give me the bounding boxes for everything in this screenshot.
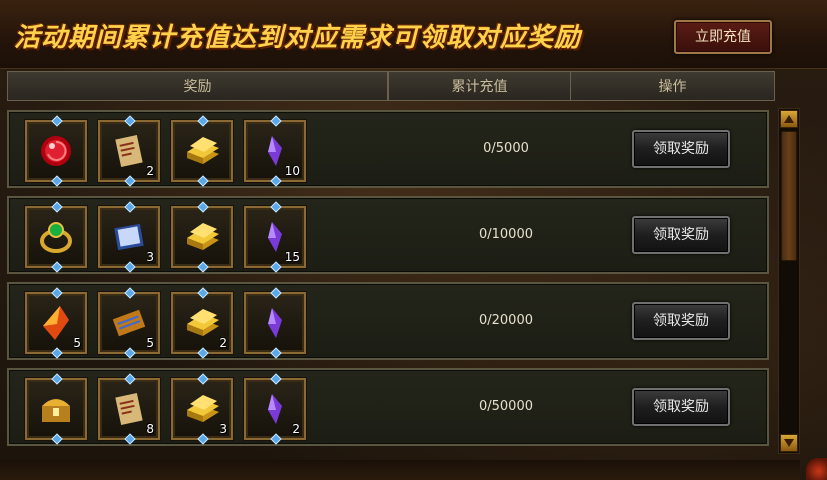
reward-item-slot[interactable]: 3 [171, 378, 233, 440]
corner-ornament [806, 458, 827, 480]
top-banner: 活动期间累计充值达到对应需求可领取对应奖励 立即充值 [0, 0, 827, 69]
item-count: 2 [219, 336, 227, 350]
claim-reward-button[interactable]: 领取奖励 [632, 388, 730, 426]
reward-item-slot[interactable]: 2 [171, 292, 233, 354]
item-count: 3 [146, 250, 154, 264]
reward-item-slot[interactable] [25, 206, 87, 268]
reward-item-slot[interactable]: 3 [98, 206, 160, 268]
item-count: 2 [146, 164, 154, 178]
item-count: 2 [292, 422, 300, 436]
claim-reward-button[interactable]: 领取奖励 [632, 130, 730, 168]
table-header: 奖励 累计充值 操作 [7, 71, 775, 101]
purple-crystal-icon [268, 308, 282, 338]
recharge-progress: 0/10000 [478, 227, 533, 242]
reward-item-slot[interactable] [244, 292, 306, 354]
topup-now-button[interactable]: 立即充值 [674, 20, 772, 54]
event-title: 活动期间累计充值达到对应需求可领取对应奖励 [14, 23, 582, 53]
column-header-total-recharge: 累计充值 [388, 71, 571, 101]
reward-item-slot[interactable]: 8 [98, 378, 160, 440]
emerald-ring-icon [40, 222, 72, 253]
reward-row-2: 3 15 0/10000 领取奖励 [7, 196, 769, 274]
red-orb-icon [41, 136, 71, 166]
reward-list: 2 10 0/5000 领取奖励 3 15 0/10000 领取奖励 5 5 2… [7, 104, 773, 454]
reward-item-slot[interactable]: 5 [25, 292, 87, 354]
item-count: 3 [219, 422, 227, 436]
bottom-border [0, 460, 800, 480]
scroll-down-arrow-icon[interactable] [780, 434, 798, 452]
vertical-scrollbar[interactable] [778, 108, 800, 454]
reward-item-slot[interactable] [25, 120, 87, 182]
reward-item-slot[interactable]: 15 [244, 206, 306, 268]
item-count: 5 [73, 336, 81, 350]
reward-item-slot[interactable]: 10 [244, 120, 306, 182]
reward-item-slot[interactable] [25, 378, 87, 440]
recharge-progress: 0/20000 [478, 313, 533, 328]
reward-item-slot[interactable]: 2 [98, 120, 160, 182]
scroll-thumb[interactable] [781, 131, 797, 261]
item-count: 15 [284, 250, 300, 264]
treasure-chest-icon [42, 399, 70, 422]
claim-reward-button[interactable]: 领取奖励 [632, 216, 730, 254]
gold-bar-icon [187, 223, 219, 250]
reward-row-4: 8 3 2 0/50000 领取奖励 [7, 368, 769, 446]
recharge-progress: 0/5000 [483, 141, 529, 156]
claim-reward-button[interactable]: 领取奖励 [632, 302, 730, 340]
reward-row-1: 2 10 0/5000 领取奖励 [7, 110, 769, 188]
reward-item-slot[interactable] [171, 206, 233, 268]
reward-row-3: 5 5 2 0/20000 领取奖励 [7, 282, 769, 360]
item-count: 10 [284, 164, 300, 178]
item-count: 5 [146, 336, 154, 350]
reward-item-slot[interactable]: 2 [244, 378, 306, 440]
column-header-reward: 奖励 [7, 71, 388, 101]
scroll-up-arrow-icon[interactable] [780, 110, 798, 128]
item-count: 8 [146, 422, 154, 436]
reward-item-slot[interactable] [171, 120, 233, 182]
reward-item-slot[interactable]: 5 [98, 292, 160, 354]
gold-bar-icon [187, 137, 219, 164]
column-header-action: 操作 [570, 71, 775, 101]
recharge-progress: 0/50000 [478, 399, 533, 414]
